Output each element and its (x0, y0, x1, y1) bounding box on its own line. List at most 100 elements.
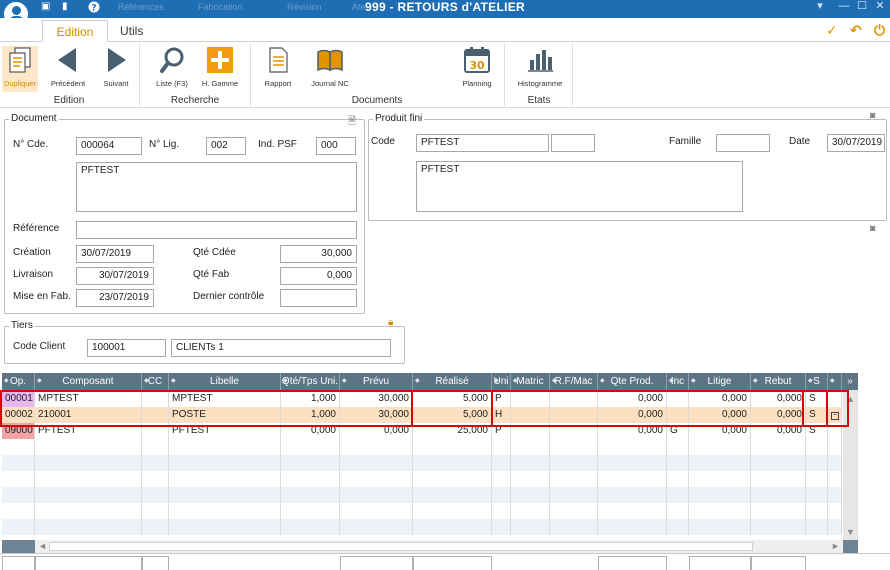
cell-s[interactable] (806, 487, 828, 503)
cell-matric[interactable] (511, 487, 550, 503)
col-header-rebut[interactable]: ◆ Rebut (751, 373, 806, 390)
cell-cc[interactable] (142, 391, 169, 407)
cell-matric[interactable] (511, 391, 550, 407)
dernier-controle-field[interactable] (280, 289, 357, 307)
description-textarea[interactable]: PFTEST (76, 162, 357, 212)
close-icon[interactable]: ✕ (872, 0, 888, 14)
cell-litige[interactable] (689, 439, 751, 455)
cell-qte-prod[interactable] (598, 519, 667, 535)
cell-litige[interactable] (689, 455, 751, 471)
cell-cc[interactable] (142, 455, 169, 471)
duplicate-button[interactable]: Dupliquer (2, 46, 38, 92)
cell-cc[interactable] (142, 423, 169, 439)
list-f3-button[interactable]: Liste (F3) (150, 46, 194, 92)
cell-rebut[interactable] (751, 487, 806, 503)
cell-rf-mac[interactable] (550, 455, 598, 471)
table-row[interactable]: 09000 PFTEST PFTEST 0,000 0,000 25,000 P 0,000 G… (2, 423, 842, 439)
cell-rebut[interactable]: 0,000 (751, 423, 806, 439)
cell-inc[interactable] (667, 439, 689, 455)
table-row[interactable]: 00001 MPTEST MPTEST 1,000 30,000 5,000 P 0,000 0… (2, 391, 842, 407)
cell-matric[interactable] (511, 519, 550, 535)
empty-cell[interactable] (828, 439, 842, 455)
cell-matric[interactable] (511, 439, 550, 455)
cell-uni[interactable] (492, 439, 511, 455)
cell-composant[interactable] (35, 503, 142, 519)
cell-libelle[interactable]: PFTEST (169, 423, 281, 439)
col-header-cc[interactable]: ◆ CC (142, 373, 169, 390)
qte-fab-field[interactable]: 0,000 (280, 267, 357, 285)
planning-button[interactable]: 30 Planning (457, 46, 497, 92)
cell-qte-uni[interactable] (281, 519, 340, 535)
cell-s[interactable]: S (806, 423, 828, 439)
next-button[interactable]: Suivant (96, 46, 136, 92)
empty-table-row[interactable] (2, 519, 842, 535)
cell-prevu[interactable] (340, 519, 413, 535)
device-icon[interactable]: ▮ (62, 1, 68, 13)
col-header-qte-prod[interactable]: ◆ Qte Prod. (598, 373, 667, 390)
empty-cell[interactable] (828, 487, 842, 503)
horizontal-scrollbar[interactable]: ◄ ► (35, 540, 843, 553)
cell-realise[interactable]: 5,000 (413, 407, 492, 423)
cell-s[interactable]: S (806, 391, 828, 407)
lock-icon[interactable]: 🔒︎ (388, 317, 393, 328)
produit-description-textarea[interactable]: PFTEST (416, 161, 743, 212)
cell-realise[interactable] (413, 471, 492, 487)
cell-realise[interactable] (413, 439, 492, 455)
cell-inc[interactable] (667, 471, 689, 487)
cell-rf-mac[interactable] (550, 519, 598, 535)
cell-rf-mac[interactable] (550, 471, 598, 487)
cell-realise[interactable] (413, 455, 492, 471)
maximize-icon[interactable]: ☐ (854, 0, 870, 14)
cell-qte-uni[interactable] (281, 455, 340, 471)
cell-uni[interactable] (492, 487, 511, 503)
cell-op[interactable]: 00001 (2, 391, 35, 407)
cell-inc[interactable] (667, 519, 689, 535)
cell-op[interactable] (2, 471, 35, 487)
cell-qte-uni[interactable] (281, 503, 340, 519)
cell-rf-mac[interactable] (550, 439, 598, 455)
cell-prevu[interactable]: 30,000 (340, 407, 413, 423)
cell-qte-uni[interactable] (281, 487, 340, 503)
cell-composant[interactable]: MPTEST (35, 391, 142, 407)
cell-qte-prod[interactable]: 0,000 (598, 423, 667, 439)
cell-cc[interactable] (142, 471, 169, 487)
scroll-right-arrow-icon[interactable]: ► (831, 540, 840, 553)
vertical-scrollbar[interactable]: ▲ ▼ (843, 390, 858, 540)
cell-op[interactable]: 00002 (2, 407, 35, 423)
cell-composant[interactable] (35, 439, 142, 455)
cell-prevu[interactable] (340, 487, 413, 503)
code-field[interactable]: PFTEST (416, 134, 549, 152)
cell-libelle[interactable] (169, 519, 281, 535)
cell-qte-uni[interactable]: 1,000 (281, 407, 340, 423)
window-menu-icon[interactable]: ▾ (812, 0, 828, 14)
cell-rf-mac[interactable] (550, 503, 598, 519)
col-header-libelle[interactable]: ◆ Libelle (169, 373, 281, 390)
cell-realise[interactable]: 25,000 (413, 423, 492, 439)
empty-table-row[interactable] (2, 455, 842, 471)
cell-qte-uni[interactable] (281, 471, 340, 487)
cell-libelle[interactable] (169, 455, 281, 471)
report-button[interactable]: Rapport (258, 46, 298, 92)
col-header-s[interactable]: ◆ S (806, 373, 828, 390)
col-header-litige[interactable]: ◆ Litige (689, 373, 751, 390)
empty-cell[interactable] (828, 471, 842, 487)
cell-composant[interactable] (35, 487, 142, 503)
cell-realise[interactable] (413, 487, 492, 503)
mise-fab-date-field[interactable]: 23/07/2019 (76, 289, 154, 307)
cell-matric[interactable] (511, 423, 550, 439)
cell-inc[interactable] (667, 391, 689, 407)
cell-s[interactable]: S (806, 407, 828, 423)
journal-nc-button[interactable]: Journal NC (306, 46, 354, 92)
ind-psf-field[interactable]: 000 (316, 137, 356, 155)
cell-op[interactable]: 09000 (2, 423, 35, 439)
cell-rf-mac[interactable] (550, 407, 598, 423)
cell-rebut[interactable] (751, 503, 806, 519)
cell-s[interactable] (806, 455, 828, 471)
cell-op[interactable] (2, 503, 35, 519)
col-header-qte-uni[interactable]: ◆ Qté/Tps Uni. (281, 373, 340, 390)
camera-icon[interactable]: ◙ (870, 110, 875, 120)
client-name-field[interactable]: CLIENTs 1 (171, 339, 391, 357)
cell-libelle[interactable]: MPTEST (169, 391, 281, 407)
cell-qte-uni[interactable]: 0,000 (281, 423, 340, 439)
home-icon[interactable]: ▣ (41, 1, 50, 13)
